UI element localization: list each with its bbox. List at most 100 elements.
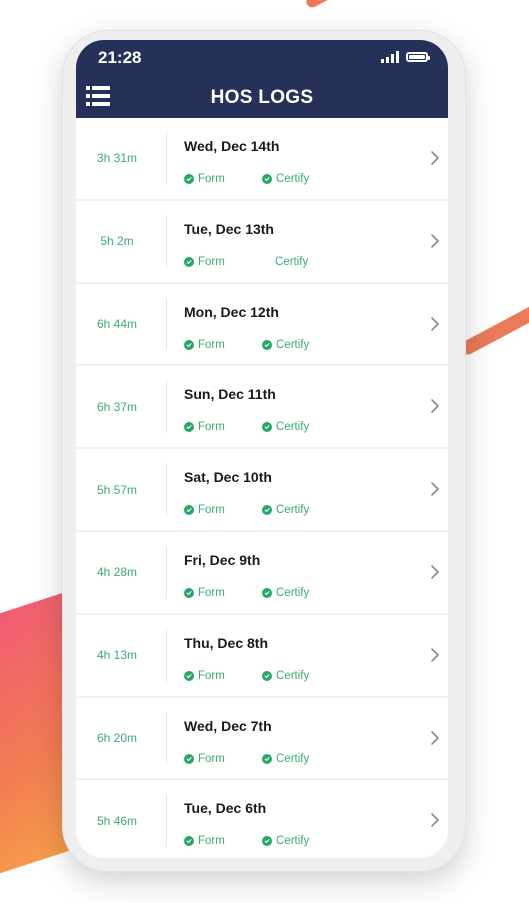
row-divider (166, 711, 167, 765)
log-duration: 6h 37m (96, 399, 138, 414)
form-status[interactable]: Form (184, 256, 225, 268)
check-circle-icon (262, 422, 272, 433)
log-duration: 6h 44m (96, 316, 138, 331)
log-row[interactable]: 6h 37m Sun, Dec 11th Form Certify (76, 366, 448, 450)
log-row[interactable]: 4h 13m Thu, Dec 8th Form Certify (76, 615, 448, 698)
row-divider (166, 794, 167, 848)
form-label: Form (198, 338, 225, 351)
check-circle-icon (262, 753, 272, 764)
form-status[interactable]: Form (184, 753, 225, 765)
check-circle-icon (262, 174, 272, 184)
row-divider (166, 545, 167, 599)
log-date: Wed, Dec 14th (184, 138, 280, 154)
battery-icon (406, 52, 430, 62)
log-date: Sun, Dec 11th (184, 386, 276, 403)
row-divider (166, 463, 167, 516)
form-label: Form (198, 173, 225, 185)
log-row[interactable]: 4h 28m Fri, Dec 9th Form Certify (76, 532, 448, 615)
chevron-right-icon (431, 316, 439, 331)
log-date: Tue, Dec 6th (184, 800, 267, 817)
chevron-right-icon (431, 482, 439, 496)
form-label: Form (198, 255, 225, 268)
certify-status[interactable]: Certify (262, 173, 309, 185)
log-row[interactable]: 5h 46m Tue, Dec 6th Form Certify (76, 780, 448, 858)
check-circle-icon (184, 174, 194, 184)
check-circle-icon (262, 587, 272, 598)
certify-label: Certify (276, 338, 310, 351)
log-date: Fri, Dec 9th (184, 551, 261, 568)
log-duration: 6h 20m (96, 730, 138, 745)
log-date: Tue, Dec 13th (184, 220, 274, 237)
check-circle-icon (262, 505, 272, 516)
status-time: 21:28 (98, 48, 142, 67)
log-row[interactable]: 5h 2m Tue, Dec 13th Form Certify (76, 201, 448, 284)
chevron-right-icon (431, 151, 439, 165)
certify-status[interactable]: Certify (262, 835, 309, 847)
decorative-orange-stripe (304, 0, 416, 10)
chevron-right-icon (431, 813, 439, 828)
form-label: Form (198, 752, 225, 765)
certify-label: Certify (275, 255, 309, 268)
log-date: Thu, Dec 8th (184, 634, 269, 651)
certify-status[interactable]: Certify (262, 670, 309, 682)
decorative-orange-stripe-right (458, 292, 529, 358)
row-divider (166, 380, 167, 434)
page-title: HOS LOGS (210, 87, 314, 108)
log-duration: 5h 46m (96, 813, 138, 828)
log-row[interactable]: 6h 20m Wed, Dec 7th Form Certify (76, 698, 448, 781)
form-status[interactable]: Form (184, 587, 225, 599)
check-circle-icon (184, 505, 194, 516)
form-label: Form (198, 835, 225, 848)
certify-status[interactable]: Certify (262, 504, 309, 516)
log-duration: 4h 28m (96, 565, 138, 580)
row-divider (166, 628, 167, 682)
log-date: Wed, Dec 7th (184, 717, 272, 734)
log-row[interactable]: 3h 31m Wed, Dec 14th Form Certify (76, 118, 448, 201)
certify-label: Certify (276, 669, 310, 682)
chevron-right-icon (431, 399, 439, 414)
check-circle-icon (184, 339, 194, 350)
form-label: Form (198, 586, 225, 599)
chevron-right-icon (431, 647, 439, 662)
certify-label: Certify (276, 173, 310, 185)
log-list: 3h 31m Wed, Dec 14th Form Certify 5h 2m Tue, … (76, 118, 448, 858)
log-duration: 3h 31m (96, 151, 138, 166)
certify-label: Certify (276, 504, 310, 517)
chevron-right-icon (431, 730, 439, 745)
check-circle-icon (262, 670, 272, 681)
certify-label: Certify (276, 421, 310, 434)
certify-status[interactable]: Certify (275, 256, 308, 268)
certify-label: Certify (276, 835, 310, 848)
log-row[interactable]: 5h 57m Sat, Dec 10th Form Certify (76, 449, 448, 532)
log-duration: 5h 57m (96, 482, 138, 497)
certify-status[interactable]: Certify (262, 421, 309, 433)
certify-label: Certify (276, 752, 310, 765)
form-status[interactable]: Form (184, 339, 225, 351)
row-divider (166, 132, 167, 185)
check-circle-icon (184, 670, 194, 681)
form-label: Form (198, 504, 225, 517)
certify-status[interactable]: Certify (262, 587, 309, 599)
chevron-right-icon (431, 233, 439, 248)
check-circle-icon (184, 753, 194, 764)
check-circle-icon (262, 339, 272, 350)
certify-label: Certify (276, 586, 310, 599)
check-circle-icon (262, 836, 272, 847)
app-screen: 21:28 HOS LOGS 3h 31m Wed, Dec 14th Form Ce… (76, 40, 448, 858)
form-status[interactable]: Form (184, 504, 225, 516)
form-label: Form (198, 421, 225, 434)
check-circle-icon (184, 836, 194, 847)
form-status[interactable]: Form (184, 173, 225, 185)
log-date: Mon, Dec 12th (184, 303, 279, 320)
form-status[interactable]: Form (184, 421, 225, 433)
certify-status[interactable]: Certify (262, 339, 309, 351)
check-circle-icon (184, 256, 194, 267)
log-duration: 4h 13m (96, 648, 138, 663)
row-divider (166, 214, 167, 268)
check-circle-icon (184, 587, 194, 598)
form-status[interactable]: Form (184, 670, 225, 682)
certify-status[interactable]: Certify (262, 753, 309, 765)
log-row[interactable]: 6h 44m Mon, Dec 12th Form Certify (76, 284, 448, 367)
form-status[interactable]: Form (184, 835, 225, 847)
row-divider (166, 297, 167, 351)
